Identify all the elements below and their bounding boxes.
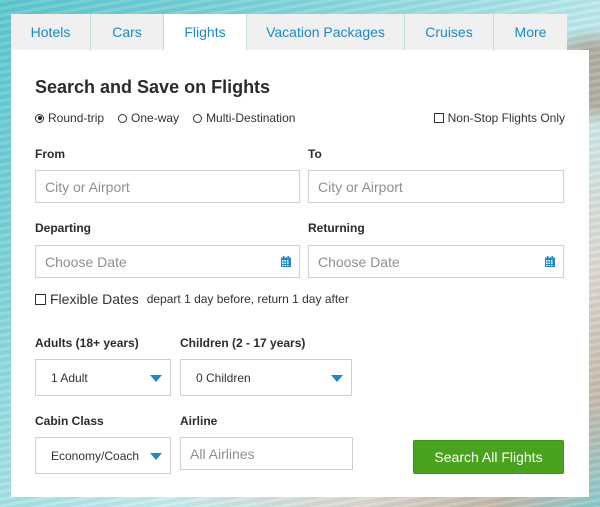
adults-label: Adults (18+ years): [35, 336, 139, 350]
returning-label: Returning: [308, 221, 365, 235]
radio-label: Round-trip: [48, 111, 105, 125]
trip-type-group: Round-trip One-way Multi-Destination: [35, 111, 309, 125]
radio-selected-icon: [35, 113, 44, 123]
tab-cruises[interactable]: Cruises: [405, 14, 494, 50]
returning-field[interactable]: [308, 245, 564, 278]
product-tabs: Hotels Cars Flights Vacation Packages Cr…: [11, 14, 567, 50]
flexible-dates-checkbox[interactable]: Flexible Dates depart 1 day before, retu…: [35, 291, 349, 307]
tab-vacation-packages[interactable]: Vacation Packages: [247, 14, 405, 50]
tab-more[interactable]: More: [494, 14, 567, 50]
cabin-class-select[interactable]: Economy/Coach: [35, 437, 171, 474]
radio-round-trip[interactable]: Round-trip: [35, 111, 104, 125]
from-field[interactable]: [35, 170, 300, 203]
from-input[interactable]: [45, 178, 299, 195]
cabin-class-label: Cabin Class: [35, 414, 104, 428]
radio-empty-icon: [193, 113, 203, 123]
flexible-dates-note: depart 1 day before, return 1 day after: [146, 292, 349, 306]
nonstop-checkbox[interactable]: Non-Stop Flights Only: [433, 111, 565, 125]
to-input[interactable]: [318, 178, 563, 195]
flexible-dates-label: Flexible Dates: [50, 291, 139, 307]
airline-field[interactable]: [180, 437, 353, 470]
to-field[interactable]: [308, 170, 564, 203]
children-select[interactable]: 0 Children: [180, 359, 352, 396]
flight-search-panel: Search and Save on Flights Round-trip On…: [11, 50, 589, 497]
calendar-icon[interactable]: [545, 256, 555, 267]
to-label: To: [308, 147, 322, 161]
airline-label: Airline: [180, 414, 218, 428]
radio-label: Multi-Destination: [206, 111, 296, 125]
checkbox-icon: [35, 293, 46, 305]
cabin-class-value: Economy/Coach: [51, 448, 140, 463]
chevron-down-icon: [150, 453, 162, 460]
children-label: Children (2 - 17 years): [180, 336, 306, 350]
radio-multi-destination[interactable]: Multi-Destination: [193, 111, 295, 125]
tab-hotels[interactable]: Hotels: [11, 14, 91, 50]
radio-label: One-way: [131, 111, 180, 125]
checkbox-icon: [433, 113, 444, 123]
adults-value: 1 Adult: [51, 370, 88, 385]
from-label: From: [35, 147, 65, 161]
nonstop-label: Non-Stop Flights Only: [447, 111, 565, 125]
children-value: 0 Children: [196, 370, 251, 385]
departing-input[interactable]: [45, 253, 299, 270]
search-flights-button[interactable]: Search All Flights: [413, 440, 564, 474]
departing-field[interactable]: [35, 245, 300, 278]
tab-flights[interactable]: Flights: [164, 14, 247, 50]
form-title: Search and Save on Flights: [35, 77, 271, 97]
adults-select[interactable]: 1 Adult: [35, 359, 171, 396]
radio-one-way[interactable]: One-way: [118, 111, 179, 125]
tab-cars[interactable]: Cars: [91, 14, 164, 50]
chevron-down-icon: [331, 375, 343, 382]
departing-label: Departing: [35, 221, 92, 235]
airline-input[interactable]: [190, 445, 352, 462]
radio-empty-icon: [118, 113, 128, 123]
chevron-down-icon: [150, 375, 162, 382]
returning-input[interactable]: [318, 253, 563, 270]
calendar-icon[interactable]: [281, 256, 291, 267]
